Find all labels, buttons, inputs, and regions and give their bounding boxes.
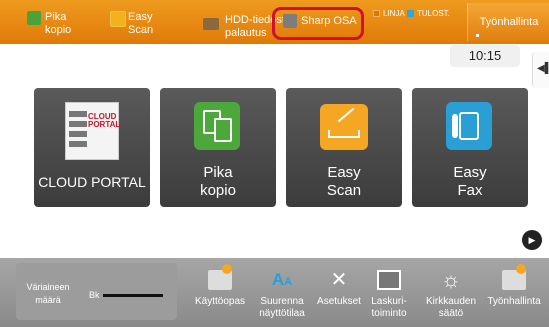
status-line: LINJA [373, 9, 405, 18]
status-line-label: LINJA [383, 9, 405, 18]
quick-button-pika-kopio[interactable]: Pika kopio [27, 4, 87, 42]
tile-label: CLOUD PORTAL [38, 174, 146, 190]
manual-icon [208, 264, 232, 290]
status-print: TULOST. [407, 9, 450, 18]
status-print-label: TULOST. [417, 9, 450, 18]
print-status-indicator-icon [407, 10, 414, 17]
clock: 10:15 [450, 45, 520, 67]
highlight-outline [272, 7, 364, 40]
bottom-bar: Väriaineen määrä Bk Käyttöopas AA Suuren… [0, 258, 549, 327]
line-status-indicator-icon [373, 10, 380, 17]
quick-button-easy-scan[interactable]: Easy Scan [110, 4, 176, 42]
fax-icon [446, 102, 492, 150]
tile-easy-fax[interactable]: Easy Fax [412, 88, 528, 207]
brightness-button[interactable]: ☼ Kirkkauden säätö [420, 258, 482, 327]
job-status-icon [502, 264, 526, 290]
settings-label: Asetukset [317, 296, 361, 307]
toner-level-panel: Väriaineen määrä Bk [16, 263, 177, 320]
quick-button-label: Easy Scan [128, 11, 154, 36]
job-status-label: Työnhallinta [479, 16, 539, 28]
enlarge-display-label: Suurenna näyttötilaa [259, 296, 305, 319]
tile-cloud-portal[interactable]: CLOUD PORTAL CLOUD PORTAL [34, 88, 150, 207]
brightness-icon: ☼ [440, 267, 462, 292]
copy-icon [27, 11, 41, 25]
toner-color-label: Bk [89, 290, 100, 300]
home-screen: 10:15 ◀▌ CLOUD PORTAL CLOUD PORTAL Pika … [0, 44, 549, 285]
play-arrow-icon: ▶ [528, 235, 536, 245]
folder-icon [203, 18, 219, 30]
cloud-portal-icon: CLOUD PORTAL [65, 102, 121, 160]
job-status-bottom-label: Työnhallinta [487, 296, 541, 307]
tile-label: Easy Fax [453, 164, 487, 199]
settings-button[interactable]: ✕ Asetukset [314, 258, 364, 327]
corner-dot-icon [476, 34, 479, 37]
manual-label: Käyttöopas [194, 296, 246, 307]
scan-icon [320, 104, 368, 150]
side-panel-tab[interactable]: ◀▌ [532, 52, 549, 88]
job-status-button[interactable]: Työnhallinta [467, 3, 549, 41]
tile-pika-kopio[interactable]: Pika kopio [160, 88, 276, 207]
chevron-left-icon: ◀▌ [537, 63, 549, 74]
enlarge-display-icon: AA [271, 270, 293, 289]
brightness-label: Kirkkauden säätö [425, 296, 477, 319]
cloud-portal-logo-text: CLOUD PORTAL [88, 112, 121, 129]
toner-label: Väriaineen määrä [26, 282, 70, 305]
manual-button[interactable]: Käyttöopas [190, 258, 250, 327]
counter-label: Laskuri- toiminto [371, 296, 407, 319]
tile-label: Pika kopio [200, 164, 236, 199]
top-bar: Pika kopio Easy Scan HDD-tiedosto palaut… [0, 0, 549, 44]
tile-label: Easy Scan [326, 164, 362, 199]
tile-easy-scan[interactable]: Easy Scan [286, 88, 402, 207]
quick-button-hdd-restore[interactable]: HDD-tiedosto palautus [203, 4, 291, 42]
next-page-button[interactable]: ▶ [522, 230, 542, 250]
enlarge-display-button[interactable]: AA Suurenna näyttötilaa [254, 258, 310, 327]
scan-icon [110, 11, 126, 27]
quick-button-label: Pika kopio [45, 11, 72, 36]
job-status-bottom-button[interactable]: Työnhallinta [479, 258, 549, 327]
counter-button[interactable]: Laskuri- toiminto [368, 258, 410, 327]
toner-level-bar [103, 294, 163, 297]
settings-tools-icon: ✕ [330, 269, 348, 291]
counter-icon [377, 270, 401, 290]
copy-icon [194, 102, 240, 150]
